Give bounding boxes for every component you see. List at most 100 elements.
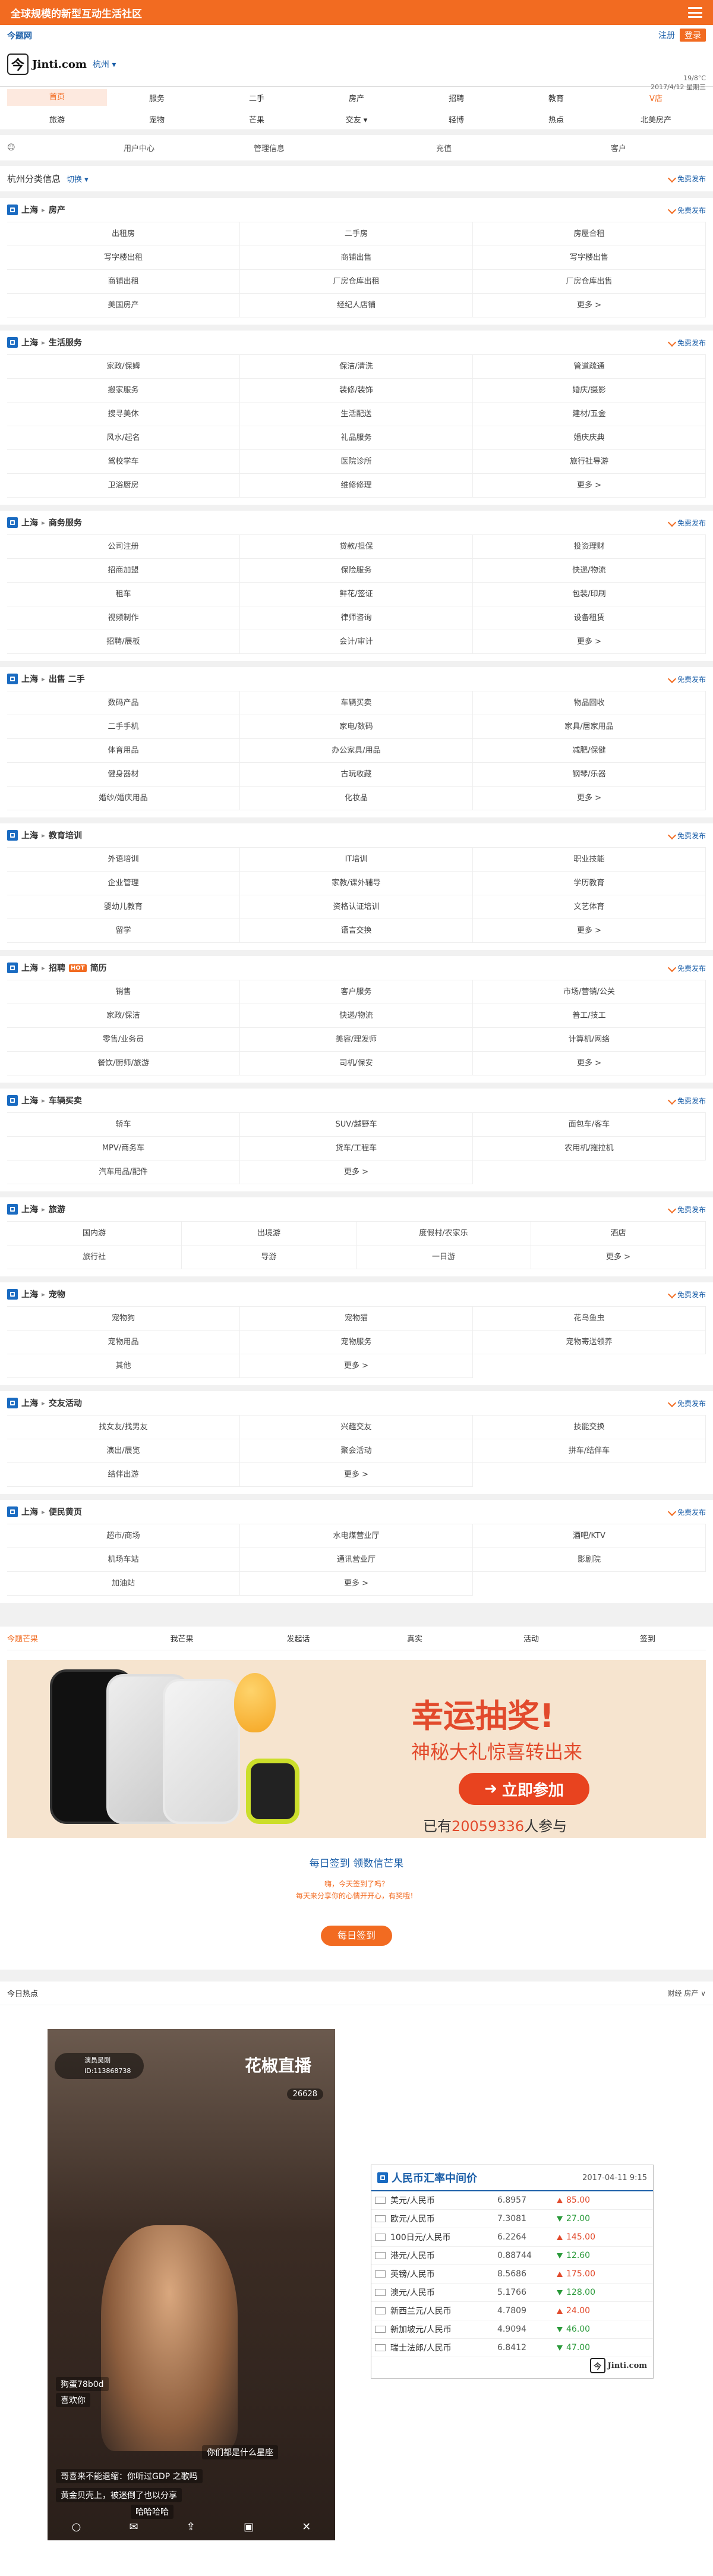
category-link[interactable]: SUV/越野车 xyxy=(240,1113,473,1137)
category-link[interactable]: 轿车 xyxy=(7,1113,240,1137)
mango-title[interactable]: 今题芒果 xyxy=(7,1633,124,1644)
section-title[interactable]: 上海 ▸ 便民黄页 xyxy=(7,1506,82,1518)
category-link[interactable]: 旅行社 xyxy=(7,1245,182,1269)
login-button[interactable]: 登录 xyxy=(680,29,706,42)
nav-hot[interactable]: 热点 xyxy=(506,114,606,125)
category-link[interactable]: 职业技能 xyxy=(473,848,706,872)
category-link[interactable]: 美国房产 xyxy=(7,294,240,317)
category-link[interactable]: 快递/物流 xyxy=(240,1004,473,1028)
category-link[interactable]: 婚庆/摄影 xyxy=(473,379,706,402)
nav-jobs[interactable]: 招聘 xyxy=(406,92,506,103)
category-link[interactable]: 家政/保洁 xyxy=(7,1004,240,1028)
category-link[interactable]: 留学 xyxy=(7,919,240,943)
category-link[interactable]: 宠物猫 xyxy=(240,1307,473,1331)
category-link[interactable]: 兴趣交友 xyxy=(240,1416,473,1439)
category-link[interactable]: 度假村/农家乐 xyxy=(356,1222,531,1245)
category-link[interactable]: 鲜花/签证 xyxy=(240,583,473,606)
sign-in-text[interactable]: 每日签到 领数信芒果 xyxy=(7,1855,706,1870)
register-link[interactable]: 注册 xyxy=(658,29,675,41)
logo[interactable]: 今 Jinti.com 杭州 ▾ xyxy=(7,54,116,75)
category-link[interactable]: 更多 > xyxy=(473,787,706,810)
mango-tab-real[interactable]: 真实 xyxy=(356,1633,473,1644)
category-link[interactable]: 家政/保姆 xyxy=(7,355,240,379)
category-link[interactable]: 生活配送 xyxy=(240,402,473,426)
mango-tab-activity[interactable]: 活动 xyxy=(473,1633,589,1644)
nav-mango[interactable]: 芒果 xyxy=(207,114,307,125)
nav-vshop[interactable]: V店 xyxy=(606,92,706,103)
category-link[interactable]: 物品回收 xyxy=(473,691,706,715)
category-link[interactable]: 餐饮/厨师/旅游 xyxy=(7,1052,240,1075)
category-link[interactable]: 古玩收藏 xyxy=(240,763,473,787)
free-post-link[interactable]: 免费发布 xyxy=(667,1289,706,1300)
customer[interactable]: 客户 xyxy=(531,142,706,153)
free-post-link[interactable]: 免费发布 xyxy=(667,1398,706,1408)
free-post-link[interactable]: 免费发布 xyxy=(667,174,706,184)
category-link[interactable]: 家教/课外辅导 xyxy=(240,872,473,895)
nav-education[interactable]: 教育 xyxy=(506,92,606,103)
category-link[interactable]: 厂房仓库出售 xyxy=(473,270,706,294)
free-post-link[interactable]: 免费发布 xyxy=(667,1507,706,1517)
free-post-link[interactable]: 免费发布 xyxy=(667,963,706,973)
category-link[interactable]: 更多 > xyxy=(473,919,706,943)
category-link[interactable]: 公司注册 xyxy=(7,535,240,559)
free-post-link[interactable]: 免费发布 xyxy=(667,205,706,215)
category-link[interactable]: 减肥/保健 xyxy=(473,739,706,763)
category-link[interactable]: MPV/商务车 xyxy=(7,1137,240,1160)
category-link[interactable]: 聚会活动 xyxy=(240,1439,473,1463)
category-link[interactable]: 快递/物流 xyxy=(473,559,706,583)
category-link[interactable]: 商铺出售 xyxy=(240,246,473,270)
section-title[interactable]: 上海 ▸ 教育培训 xyxy=(7,829,82,841)
category-link[interactable]: 更多 > xyxy=(240,1354,473,1378)
free-post-link[interactable]: 免费发布 xyxy=(667,674,706,684)
nav-pets[interactable]: 宠物 xyxy=(107,114,207,125)
daily-sign-button[interactable]: 每日签到 xyxy=(321,1926,392,1946)
category-link[interactable]: 经纪人店铺 xyxy=(240,294,473,317)
category-link[interactable]: 办公家具/用品 xyxy=(240,739,473,763)
free-post-link[interactable]: 免费发布 xyxy=(667,518,706,528)
category-link[interactable]: 体育用品 xyxy=(7,739,240,763)
category-link[interactable]: 拼车/结伴车 xyxy=(473,1439,706,1463)
category-link[interactable]: 车辆买卖 xyxy=(240,691,473,715)
mango-tab-post[interactable]: 发起话 xyxy=(240,1633,356,1644)
category-link[interactable]: 家具/居家用品 xyxy=(473,715,706,739)
category-link[interactable]: 美容/理发师 xyxy=(240,1028,473,1052)
category-link[interactable]: 资格认证培训 xyxy=(240,895,473,919)
category-link[interactable]: 更多 > xyxy=(240,1463,473,1487)
category-link[interactable]: 水电煤营业厅 xyxy=(240,1524,473,1548)
category-link[interactable]: 货车/工程车 xyxy=(240,1137,473,1160)
nav-home[interactable]: 首页 xyxy=(7,89,107,106)
category-link[interactable]: 厂房仓库出租 xyxy=(240,270,473,294)
join-now-button[interactable]: ➜ 立即参加 xyxy=(459,1773,589,1805)
category-link[interactable]: 汽车用品/配件 xyxy=(7,1160,240,1184)
category-link[interactable]: IT培训 xyxy=(240,848,473,872)
category-link[interactable]: 零售/业务员 xyxy=(7,1028,240,1052)
category-link[interactable]: 加油站 xyxy=(7,1572,240,1596)
free-post-link[interactable]: 免费发布 xyxy=(667,1204,706,1215)
category-link[interactable]: 市场/营销/公关 xyxy=(473,980,706,1004)
category-link[interactable]: 机场车站 xyxy=(7,1548,240,1572)
free-post-link[interactable]: 免费发布 xyxy=(667,338,706,348)
nav-na-house[interactable]: 北美房产 xyxy=(606,114,706,125)
category-link[interactable]: 贷款/担保 xyxy=(240,535,473,559)
category-link[interactable]: 房屋合租 xyxy=(473,222,706,246)
category-link[interactable]: 婴幼儿教育 xyxy=(7,895,240,919)
category-link[interactable]: 企业管理 xyxy=(7,872,240,895)
category-link[interactable]: 二手房 xyxy=(240,222,473,246)
category-link[interactable]: 影剧院 xyxy=(473,1548,706,1572)
category-link[interactable]: 保洁/清洗 xyxy=(240,355,473,379)
category-link[interactable]: 文艺体育 xyxy=(473,895,706,919)
nav-secondhand[interactable]: 二手 xyxy=(207,92,307,103)
category-link[interactable]: 外语培训 xyxy=(7,848,240,872)
category-link[interactable]: 招商加盟 xyxy=(7,559,240,583)
category-link[interactable]: 维修修理 xyxy=(240,474,473,498)
category-link[interactable]: 钢琴/乐器 xyxy=(473,763,706,787)
category-link[interactable]: 二手手机 xyxy=(7,715,240,739)
category-link[interactable]: 更多 > xyxy=(531,1245,706,1269)
category-link[interactable]: 销售 xyxy=(7,980,240,1004)
category-link[interactable]: 导游 xyxy=(182,1245,356,1269)
category-link[interactable]: 技能交换 xyxy=(473,1416,706,1439)
section-title[interactable]: 上海 ▸ 旅游 xyxy=(7,1203,65,1215)
nav-service[interactable]: 服务 xyxy=(107,92,207,103)
category-link[interactable]: 投资理财 xyxy=(473,535,706,559)
category-link[interactable]: 宠物用品 xyxy=(7,1331,240,1354)
